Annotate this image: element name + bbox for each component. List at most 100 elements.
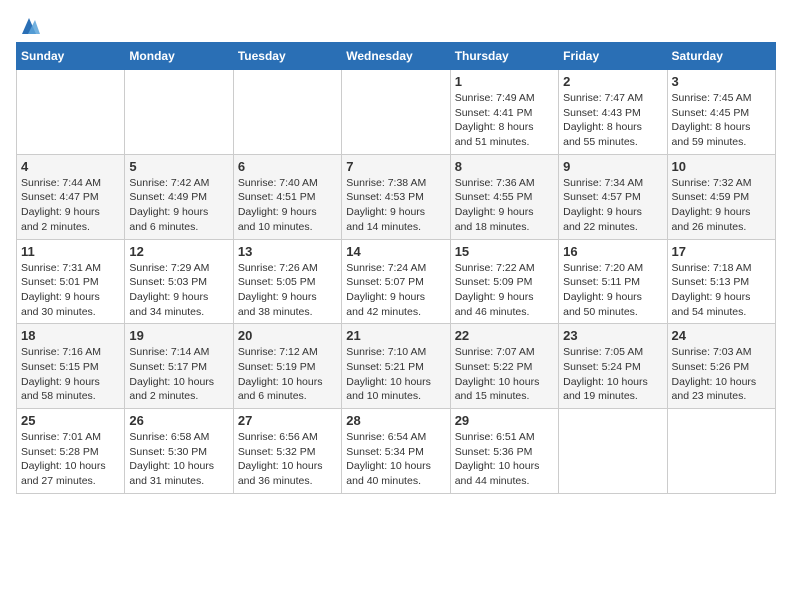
day-number: 24 xyxy=(672,328,771,343)
day-cell: 29Sunrise: 6:51 AM Sunset: 5:36 PM Dayli… xyxy=(450,409,558,494)
header xyxy=(16,16,776,36)
day-cell: 21 Sunrise: 7:10 AM Sunset: 5:21 PM Dayli… xyxy=(342,324,450,409)
header-saturday: Saturday xyxy=(667,43,775,70)
day-info: Sunrise: 7:38 AM Sunset: 4:53 PM Dayligh… xyxy=(346,176,445,235)
day-info: Sunrise: 6:58 AM Sunset: 5:30 PM Dayligh… xyxy=(129,430,228,489)
header-thursday: Thursday xyxy=(450,43,558,70)
day-cell: 23Sunrise: 7:05 AM Sunset: 5:24 PM Dayli… xyxy=(559,324,667,409)
day-cell: 18 Sunrise: 7:16 AM Sunset: 5:15 PM Dayli… xyxy=(17,324,125,409)
day-number: 16 xyxy=(563,244,662,259)
day-number: 12 xyxy=(129,244,228,259)
header-friday: Friday xyxy=(559,43,667,70)
day-info: Sunrise: 7:22 AM Sunset: 5:09 PM Dayligh… xyxy=(455,261,554,320)
day-cell xyxy=(667,409,775,494)
day-cell: 19Sunrise: 7:14 AM Sunset: 5:17 PM Dayli… xyxy=(125,324,233,409)
day-cell: 16 Sunrise: 7:20 AM Sunset: 5:11 PM Dayli… xyxy=(559,239,667,324)
day-info: Sunrise: 7:44 AM Sunset: 4:47 PM Dayligh… xyxy=(21,176,120,235)
day-info: Sunrise: 7:07 AM Sunset: 5:22 PM Dayligh… xyxy=(455,345,554,404)
day-cell: 5Sunrise: 7:42 AM Sunset: 4:49 PM Daylig… xyxy=(125,154,233,239)
day-cell: 3 Sunrise: 7:45 AM Sunset: 4:45 PM Daylig… xyxy=(667,70,775,155)
day-cell: 26 Sunrise: 6:58 AM Sunset: 5:30 PM Dayli… xyxy=(125,409,233,494)
week-row-4: 18 Sunrise: 7:16 AM Sunset: 5:15 PM Dayli… xyxy=(17,324,776,409)
day-info: Sunrise: 7:36 AM Sunset: 4:55 PM Dayligh… xyxy=(455,176,554,235)
day-number: 10 xyxy=(672,159,771,174)
day-cell: 24 Sunrise: 7:03 AM Sunset: 5:26 PM Dayli… xyxy=(667,324,775,409)
day-cell: 12 Sunrise: 7:29 AM Sunset: 5:03 PM Dayli… xyxy=(125,239,233,324)
day-cell: 22Sunrise: 7:07 AM Sunset: 5:22 PM Dayli… xyxy=(450,324,558,409)
day-info: Sunrise: 7:29 AM Sunset: 5:03 PM Dayligh… xyxy=(129,261,228,320)
day-info: Sunrise: 7:40 AM Sunset: 4:51 PM Dayligh… xyxy=(238,176,337,235)
day-cell xyxy=(125,70,233,155)
day-cell: 6 Sunrise: 7:40 AM Sunset: 4:51 PM Daylig… xyxy=(233,154,341,239)
day-cell: 13 Sunrise: 7:26 AM Sunset: 5:05 PM Dayli… xyxy=(233,239,341,324)
day-cell: 10 Sunrise: 7:32 AM Sunset: 4:59 PM Dayli… xyxy=(667,154,775,239)
day-number: 27 xyxy=(238,413,337,428)
day-info: Sunrise: 6:51 AM Sunset: 5:36 PM Dayligh… xyxy=(455,430,554,489)
day-info: Sunrise: 7:34 AM Sunset: 4:57 PM Dayligh… xyxy=(563,176,662,235)
day-info: Sunrise: 7:16 AM Sunset: 5:15 PM Dayligh… xyxy=(21,345,120,404)
week-row-2: 4 Sunrise: 7:44 AM Sunset: 4:47 PM Daylig… xyxy=(17,154,776,239)
day-info: Sunrise: 6:56 AM Sunset: 5:32 PM Dayligh… xyxy=(238,430,337,489)
day-info: Sunrise: 6:54 AM Sunset: 5:34 PM Dayligh… xyxy=(346,430,445,489)
day-info: Sunrise: 7:26 AM Sunset: 5:05 PM Dayligh… xyxy=(238,261,337,320)
day-cell: 14 Sunrise: 7:24 AM Sunset: 5:07 PM Dayli… xyxy=(342,239,450,324)
day-cell: 11Sunrise: 7:31 AM Sunset: 5:01 PM Dayli… xyxy=(17,239,125,324)
header-row: SundayMondayTuesdayWednesdayThursdayFrid… xyxy=(17,43,776,70)
day-number: 8 xyxy=(455,159,554,174)
day-cell xyxy=(559,409,667,494)
day-cell: 4 Sunrise: 7:44 AM Sunset: 4:47 PM Daylig… xyxy=(17,154,125,239)
day-info: Sunrise: 7:49 AM Sunset: 4:41 PM Dayligh… xyxy=(455,91,554,150)
day-info: Sunrise: 7:12 AM Sunset: 5:19 PM Dayligh… xyxy=(238,345,337,404)
day-number: 11 xyxy=(21,244,120,259)
header-sunday: Sunday xyxy=(17,43,125,70)
day-info: Sunrise: 7:14 AM Sunset: 5:17 PM Dayligh… xyxy=(129,345,228,404)
day-number: 13 xyxy=(238,244,337,259)
day-cell: 1Sunrise: 7:49 AM Sunset: 4:41 PM Daylig… xyxy=(450,70,558,155)
day-info: Sunrise: 7:32 AM Sunset: 4:59 PM Dayligh… xyxy=(672,176,771,235)
header-tuesday: Tuesday xyxy=(233,43,341,70)
logo-icon xyxy=(18,16,40,36)
day-number: 21 xyxy=(346,328,445,343)
day-number: 25 xyxy=(21,413,120,428)
day-cell: 8 Sunrise: 7:36 AM Sunset: 4:55 PM Daylig… xyxy=(450,154,558,239)
day-number: 26 xyxy=(129,413,228,428)
day-info: Sunrise: 7:20 AM Sunset: 5:11 PM Dayligh… xyxy=(563,261,662,320)
day-number: 3 xyxy=(672,74,771,89)
day-cell xyxy=(342,70,450,155)
day-info: Sunrise: 7:01 AM Sunset: 5:28 PM Dayligh… xyxy=(21,430,120,489)
day-cell: 20 Sunrise: 7:12 AM Sunset: 5:19 PM Dayli… xyxy=(233,324,341,409)
day-cell: 25 Sunrise: 7:01 AM Sunset: 5:28 PM Dayli… xyxy=(17,409,125,494)
logo xyxy=(16,16,40,36)
day-cell: 2Sunrise: 7:47 AM Sunset: 4:43 PM Daylig… xyxy=(559,70,667,155)
day-info: Sunrise: 7:03 AM Sunset: 5:26 PM Dayligh… xyxy=(672,345,771,404)
week-row-3: 11Sunrise: 7:31 AM Sunset: 5:01 PM Dayli… xyxy=(17,239,776,324)
day-number: 7 xyxy=(346,159,445,174)
day-info: Sunrise: 7:47 AM Sunset: 4:43 PM Dayligh… xyxy=(563,91,662,150)
day-cell: 15 Sunrise: 7:22 AM Sunset: 5:09 PM Dayli… xyxy=(450,239,558,324)
header-monday: Monday xyxy=(125,43,233,70)
day-number: 9 xyxy=(563,159,662,174)
day-info: Sunrise: 7:45 AM Sunset: 4:45 PM Dayligh… xyxy=(672,91,771,150)
day-cell xyxy=(17,70,125,155)
day-number: 28 xyxy=(346,413,445,428)
day-info: Sunrise: 7:10 AM Sunset: 5:21 PM Dayligh… xyxy=(346,345,445,404)
week-row-5: 25 Sunrise: 7:01 AM Sunset: 5:28 PM Dayli… xyxy=(17,409,776,494)
day-number: 5 xyxy=(129,159,228,174)
week-row-1: 1Sunrise: 7:49 AM Sunset: 4:41 PM Daylig… xyxy=(17,70,776,155)
day-number: 6 xyxy=(238,159,337,174)
day-number: 18 xyxy=(21,328,120,343)
day-info: Sunrise: 7:05 AM Sunset: 5:24 PM Dayligh… xyxy=(563,345,662,404)
day-cell: 9 Sunrise: 7:34 AM Sunset: 4:57 PM Daylig… xyxy=(559,154,667,239)
day-cell xyxy=(233,70,341,155)
day-number: 14 xyxy=(346,244,445,259)
day-number: 4 xyxy=(21,159,120,174)
day-cell: 28 Sunrise: 6:54 AM Sunset: 5:34 PM Dayli… xyxy=(342,409,450,494)
day-cell: 17 Sunrise: 7:18 AM Sunset: 5:13 PM Dayli… xyxy=(667,239,775,324)
day-info: Sunrise: 7:24 AM Sunset: 5:07 PM Dayligh… xyxy=(346,261,445,320)
day-number: 20 xyxy=(238,328,337,343)
day-number: 15 xyxy=(455,244,554,259)
day-cell: 7 Sunrise: 7:38 AM Sunset: 4:53 PM Daylig… xyxy=(342,154,450,239)
calendar-table: SundayMondayTuesdayWednesdayThursdayFrid… xyxy=(16,42,776,494)
day-number: 17 xyxy=(672,244,771,259)
day-info: Sunrise: 7:18 AM Sunset: 5:13 PM Dayligh… xyxy=(672,261,771,320)
